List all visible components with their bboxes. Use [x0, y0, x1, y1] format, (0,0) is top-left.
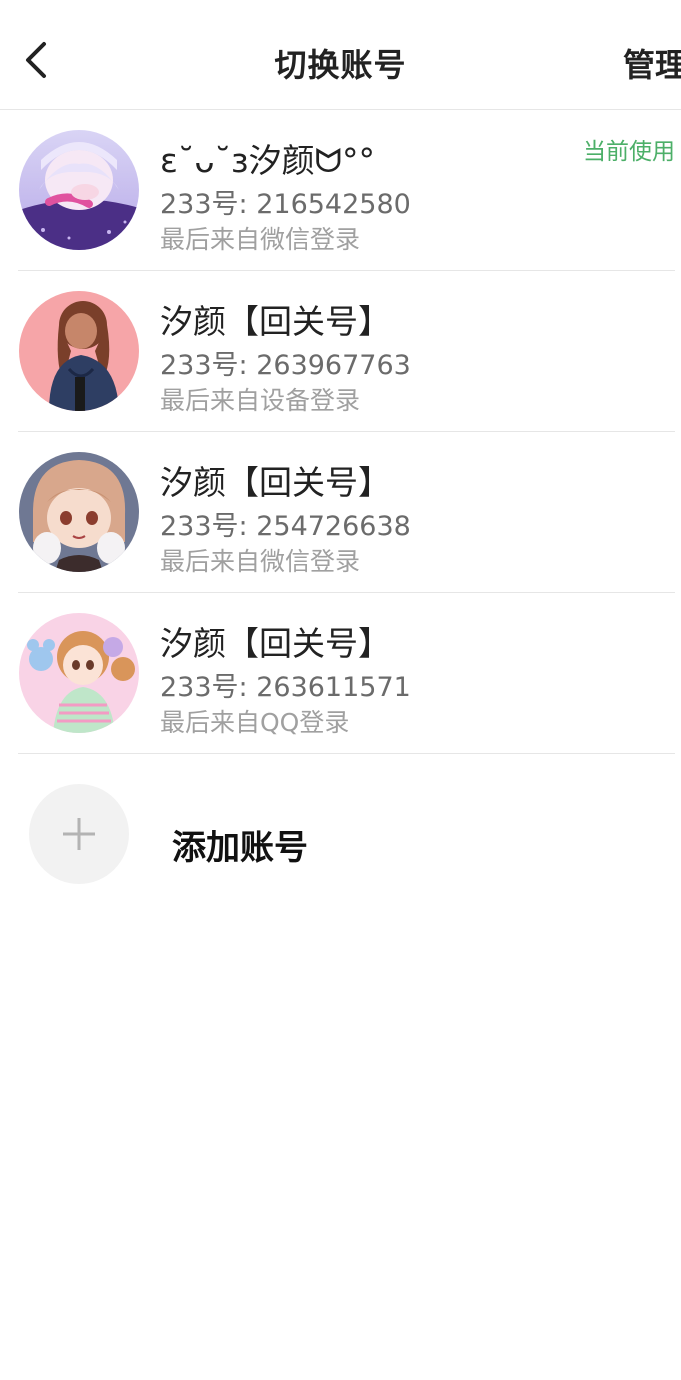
account-id: 233号: 263967763: [160, 350, 411, 381]
account-name: 汐颜【回关号】: [160, 624, 391, 663]
last-login-source: 最后来自微信登录: [160, 225, 361, 254]
header-bar: 切换账号 管理: [0, 0, 681, 110]
add-account-button[interactable]: 添加账号: [0, 754, 681, 934]
avatar: [19, 291, 139, 411]
avatar: [19, 613, 139, 733]
last-login-source: 最后来自微信登录: [160, 547, 361, 576]
page-title: 切换账号: [274, 46, 407, 84]
manage-button[interactable]: 管理: [623, 40, 681, 86]
account-id: 233号: 216542580: [160, 189, 411, 220]
add-account-label: 添加账号: [172, 828, 308, 868]
account-item[interactable]: 汐颜【回关号】 233号: 263611571 最后来自QQ登录: [18, 593, 675, 754]
account-item[interactable]: 汐颜【回关号】 233号: 254726638 最后来自微信登录: [18, 432, 675, 593]
account-item[interactable]: ɛ˘ᴗ˘ɜ汐颜ᗢ°° 当前使用 233号: 216542580 最后来自微信登录: [18, 110, 675, 271]
avatar: [19, 452, 139, 572]
account-id: 233号: 254726638: [160, 511, 411, 542]
add-account-circle[interactable]: [29, 784, 129, 884]
account-list: ɛ˘ᴗ˘ɜ汐颜ᗢ°° 当前使用 233号: 216542580 最后来自微信登录: [0, 110, 681, 754]
account-name: ɛ˘ᴗ˘ɜ汐颜ᗢ°°: [160, 141, 375, 180]
switch-account-page: 切换账号 管理 ɛ˘ᴗ˘ɜ汐颜ᗢ°° 当前使用 233号: 216542580 …: [0, 0, 681, 1380]
last-login-source: 最后来自设备登录: [160, 386, 361, 415]
avatar: [19, 130, 139, 250]
plus-icon: [63, 818, 95, 850]
account-id: 233号: 263611571: [160, 672, 411, 703]
current-in-use-badge: 当前使用: [583, 139, 675, 165]
account-name: 汐颜【回关号】: [160, 463, 391, 502]
last-login-source: 最后来自QQ登录: [160, 708, 350, 737]
account-name: 汐颜【回关号】: [160, 302, 391, 341]
account-item[interactable]: 汐颜【回关号】 233号: 263967763 最后来自设备登录: [18, 271, 675, 432]
